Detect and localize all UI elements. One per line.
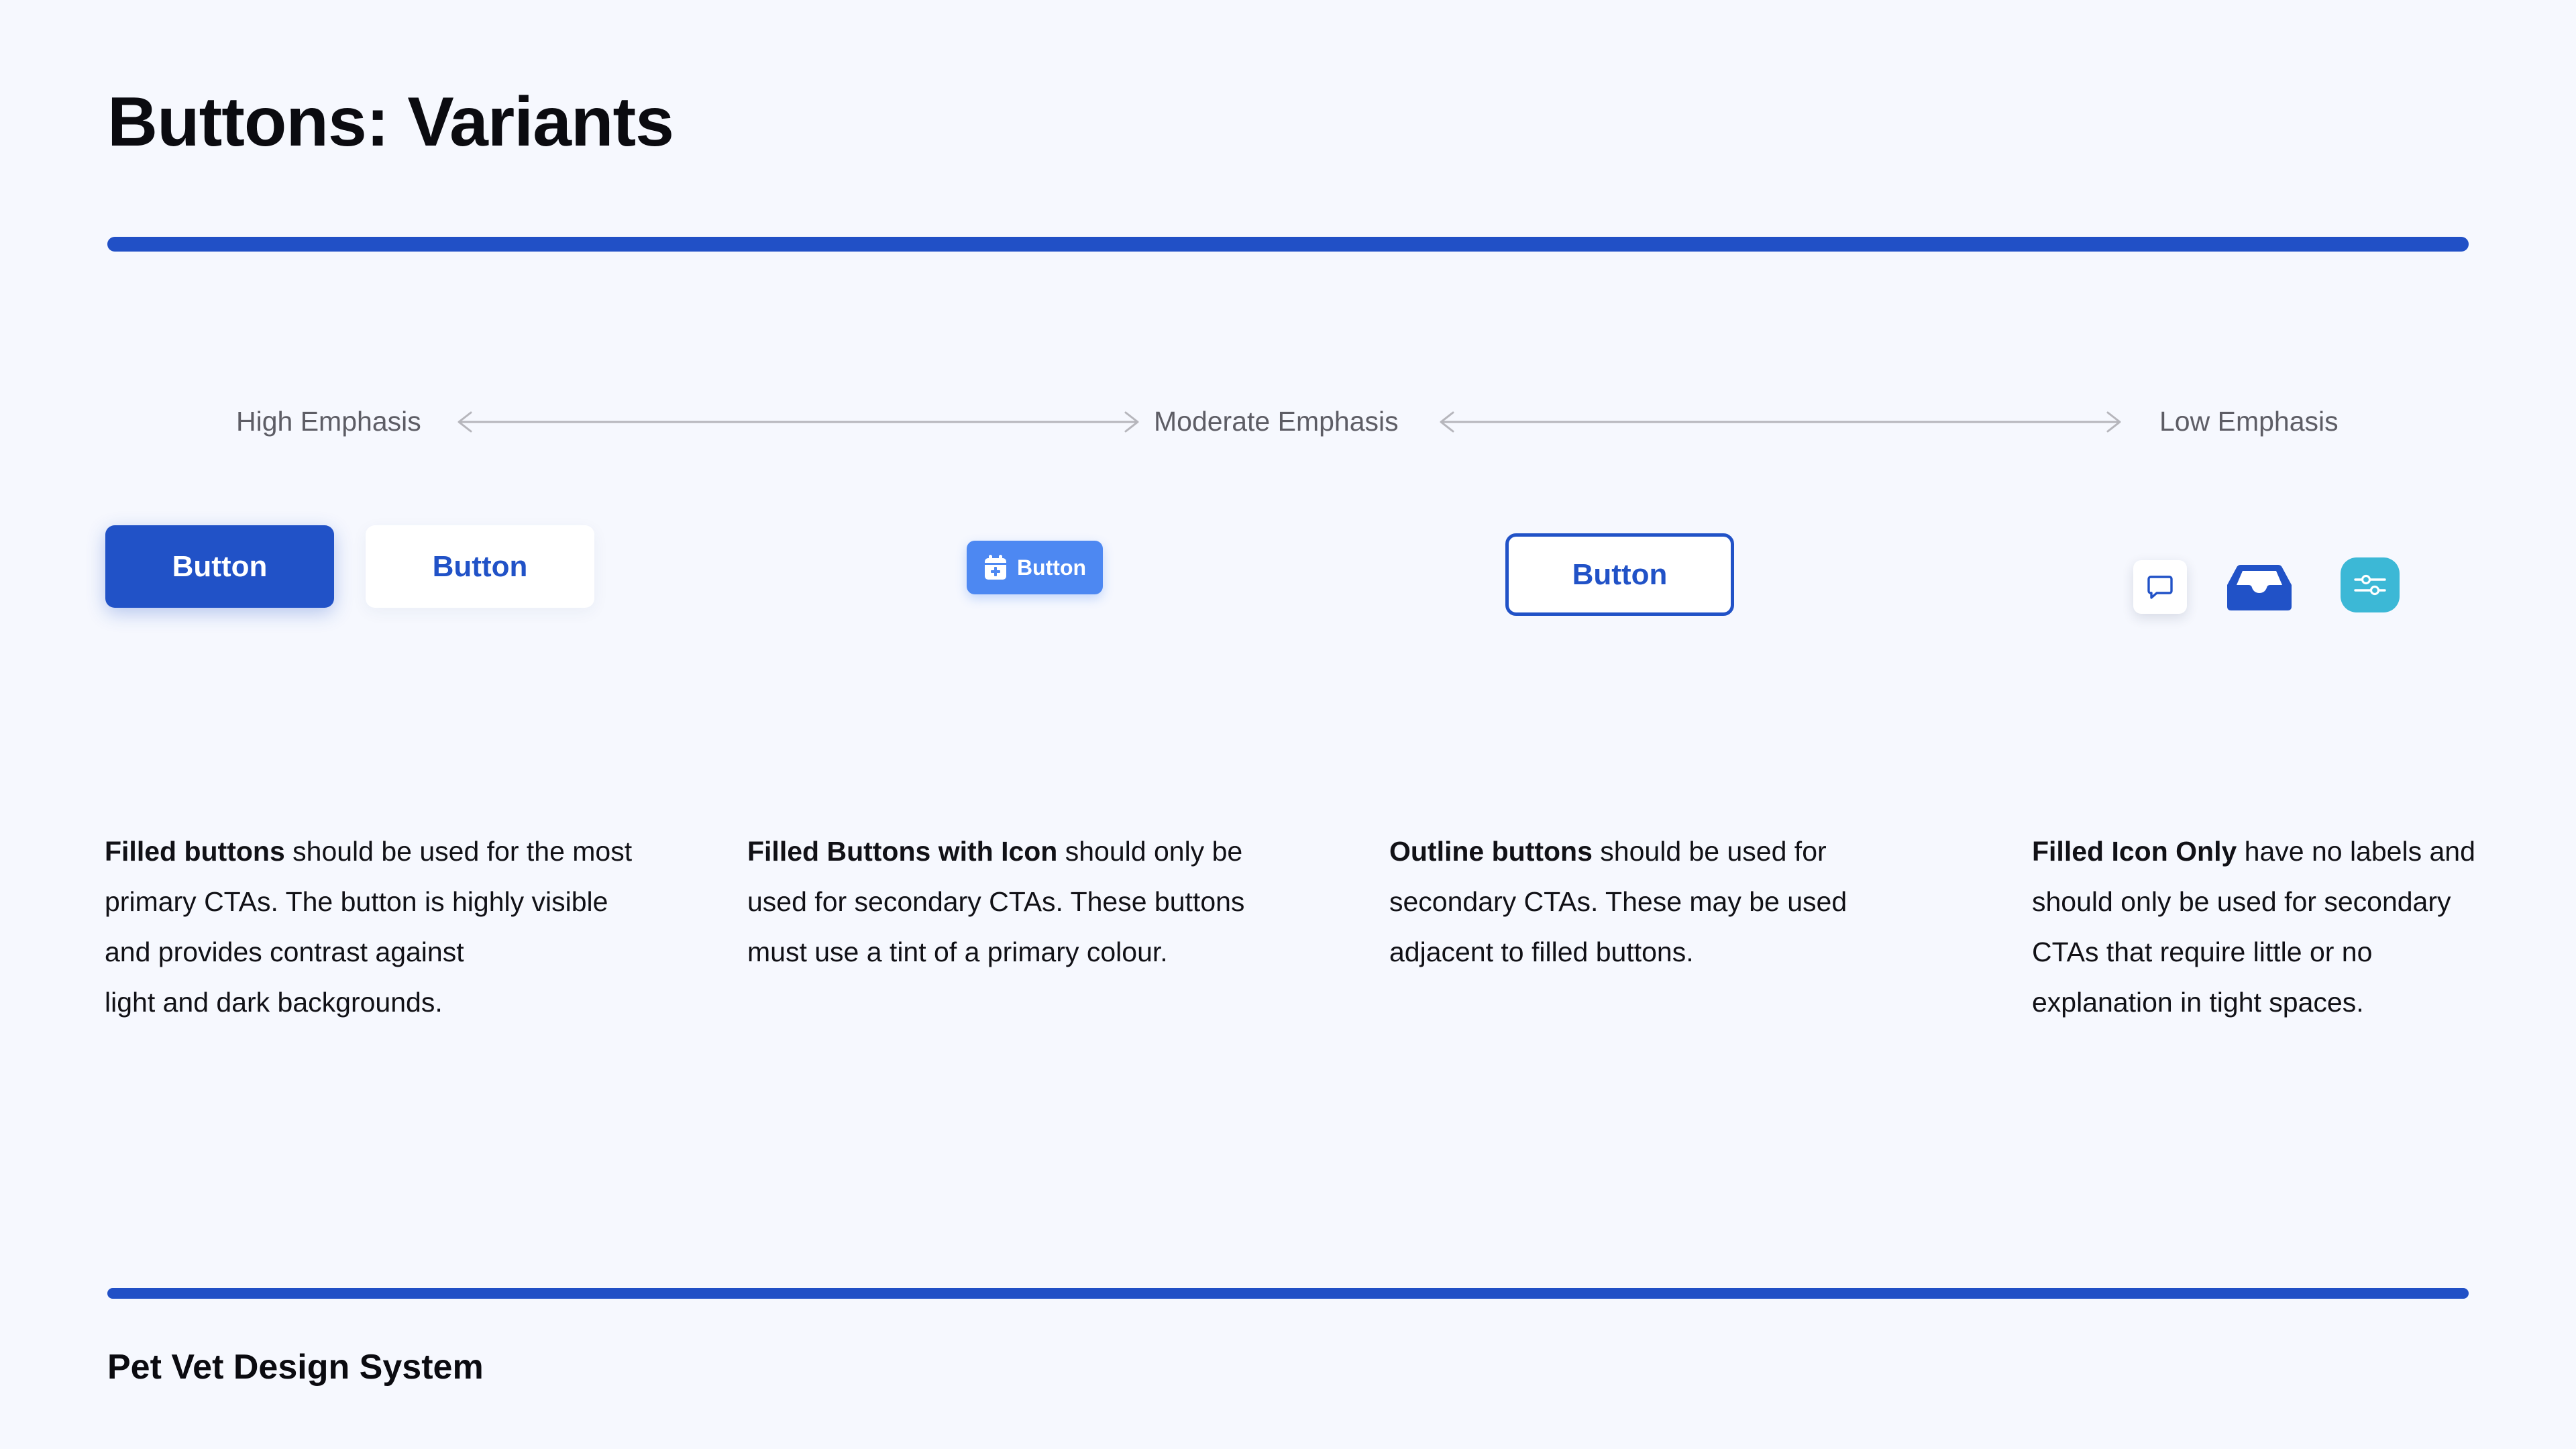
filled-icon-button[interactable]: Button: [967, 541, 1103, 594]
footer-divider: [107, 1288, 2469, 1299]
filled-button[interactable]: Button: [105, 525, 334, 608]
white-filled-button[interactable]: Button: [366, 525, 594, 608]
filled-icon-buttons-description: Filled Buttons with Icon should only be …: [747, 826, 1338, 977]
description-heading: Filled Icon Only: [2032, 836, 2237, 867]
description-text: have no labels and: [2237, 836, 2475, 867]
description-heading: Filled Buttons with Icon: [747, 836, 1058, 867]
description-text: must use a tint of a primary colour.: [747, 936, 1168, 967]
description-heading: Filled buttons: [105, 836, 285, 867]
chat-bubble-icon: [2147, 576, 2173, 599]
filled-buttons-description: Filled buttons should be used for the mo…: [105, 826, 695, 1028]
emphasis-arrow-right: [1440, 411, 2121, 433]
description-text: CTAs that require little or no: [2032, 936, 2373, 967]
outline-buttons-description: Outline buttons should be used for secon…: [1389, 826, 1980, 977]
header-divider: [107, 237, 2469, 252]
description-text: light and dark backgrounds.: [105, 987, 443, 1018]
description-text: explanation in tight spaces.: [2032, 987, 2364, 1018]
description-heading: Outline buttons: [1389, 836, 1593, 867]
sliders-icon-button[interactable]: [2341, 557, 2400, 612]
calendar-plus-icon: [984, 555, 1006, 580]
inbox-tray-icon: [2227, 565, 2292, 610]
page-title: Buttons: Variants: [107, 83, 674, 161]
description-text: used for secondary CTAs. These buttons: [747, 886, 1245, 917]
description-text: secondary CTAs. These may be used: [1389, 886, 1847, 917]
description-text: and provides contrast against: [105, 936, 464, 967]
filled-icon-button-label: Button: [1016, 555, 1087, 580]
description-text: should only be used for secondary: [2032, 886, 2451, 917]
icon-only-buttons-description: Filled Icon Only have no labels and shou…: [2032, 826, 2555, 1028]
high-emphasis-label: High Emphasis: [236, 406, 421, 437]
outline-button[interactable]: Button: [1505, 533, 1734, 616]
description-text: should be used for the most: [284, 836, 633, 867]
chat-icon-button[interactable]: [2133, 560, 2187, 614]
moderate-emphasis-label: Moderate Emphasis: [1154, 406, 1399, 437]
description-text: adjacent to filled buttons.: [1389, 936, 1694, 967]
low-emphasis-label: Low Emphasis: [2159, 406, 2339, 437]
emphasis-arrow-left: [458, 411, 1139, 433]
inbox-icon-button[interactable]: [2226, 562, 2293, 613]
description-text: primary CTAs. The button is highly visib…: [105, 886, 608, 917]
sliders-icon: [2354, 574, 2386, 596]
footer-title: Pet Vet Design System: [107, 1348, 484, 1387]
description-text: should only be: [1057, 836, 1243, 867]
description-text: should be used for: [1592, 836, 1827, 867]
